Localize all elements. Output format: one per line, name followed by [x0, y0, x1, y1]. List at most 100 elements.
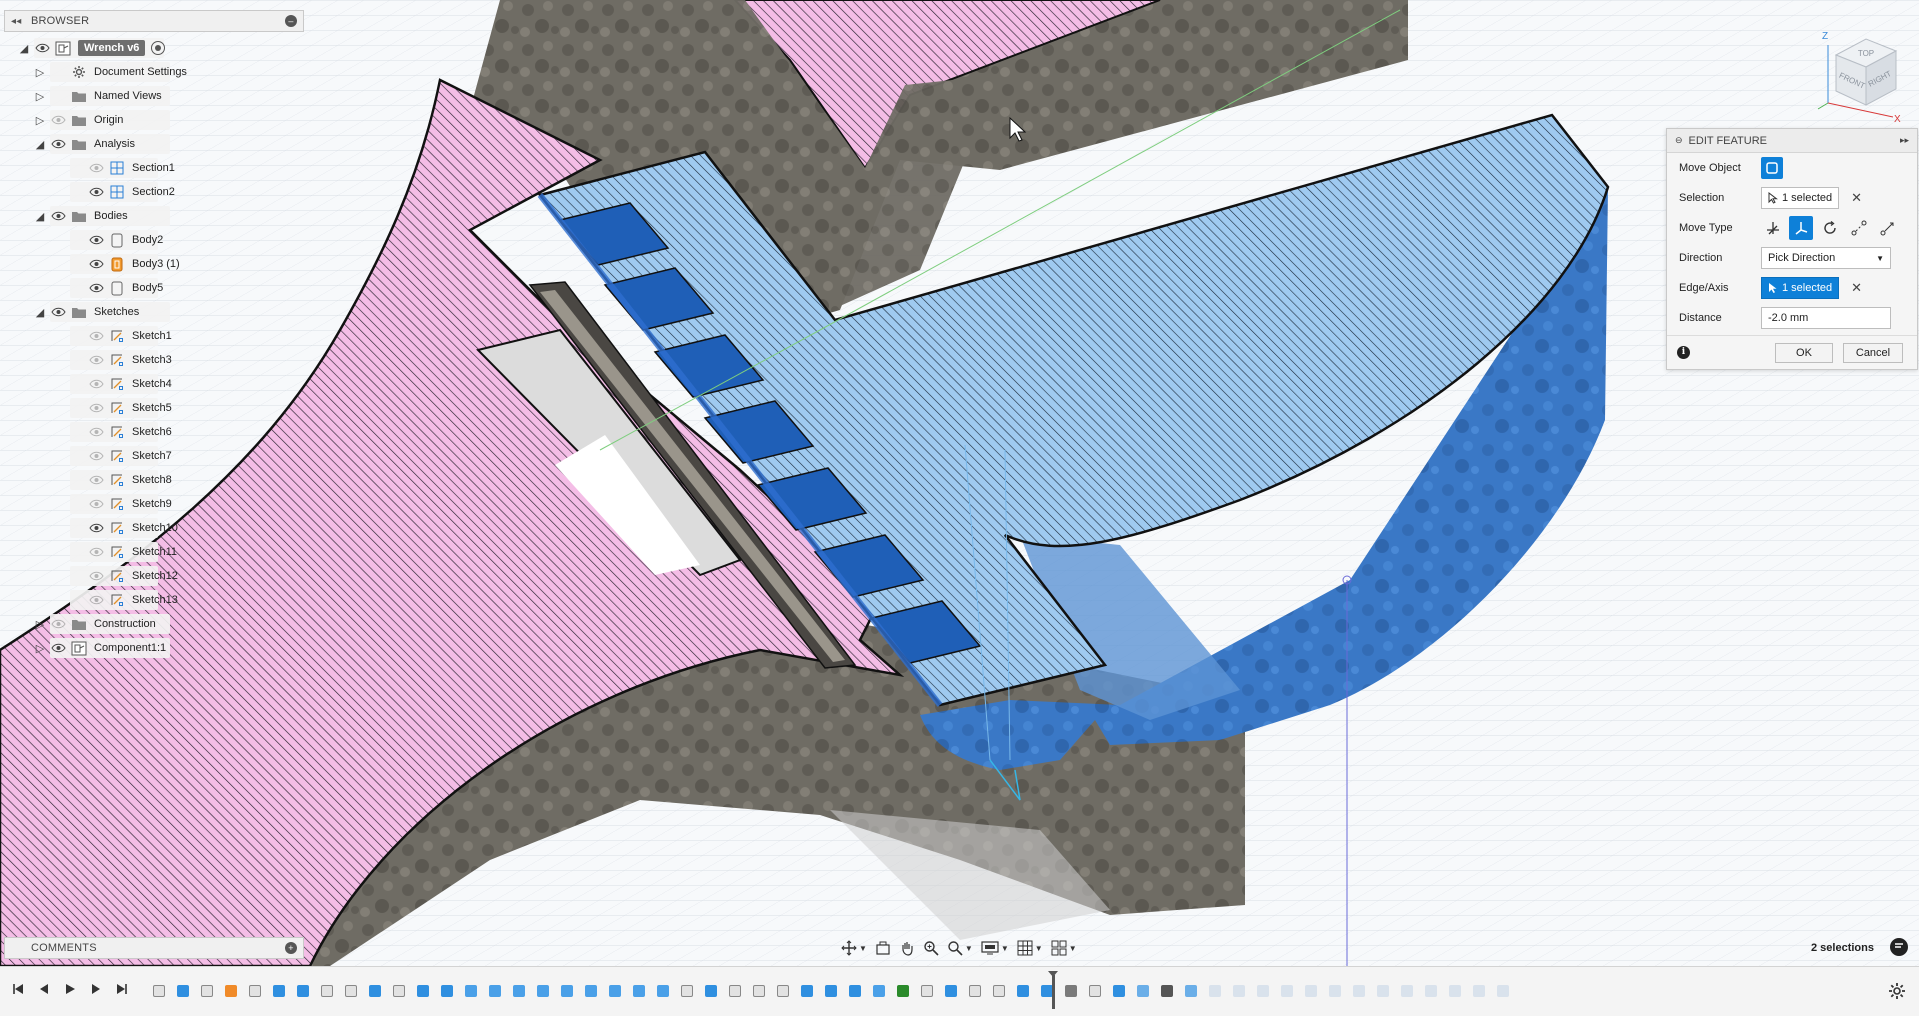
zoom-icon[interactable]	[920, 937, 942, 959]
timeline-feature-suppressed[interactable]	[1252, 981, 1274, 1001]
step-forward-icon[interactable]	[88, 981, 104, 997]
timeline-feature-extrude[interactable]	[940, 981, 962, 1001]
visibility-eye-icon[interactable]	[50, 306, 66, 318]
visibility-eye-icon[interactable]	[88, 402, 104, 414]
timeline-feature-fillet[interactable]	[556, 981, 578, 1001]
timeline-feature-suppressed[interactable]	[1492, 981, 1514, 1001]
browser-node-sketch8[interactable]: Sketch8	[4, 468, 304, 492]
rotate-icon[interactable]	[1818, 216, 1842, 240]
collapsed-triangle-icon[interactable]: ▷	[34, 90, 46, 103]
timeline-feature-suppressed[interactable]	[1348, 981, 1370, 1001]
browser-node-body2[interactable]: Body2	[4, 228, 304, 252]
viewcube[interactable]: Z X TOP FRONT RIGHT	[1808, 25, 1908, 125]
direction-dropdown[interactable]: Pick Direction ▼	[1761, 247, 1891, 269]
browser-node-sketch1[interactable]: Sketch1	[4, 324, 304, 348]
timeline-feature-combine[interactable]	[892, 981, 914, 1001]
distance-input[interactable]	[1761, 307, 1891, 329]
browser-node-sketch6[interactable]: Sketch6	[4, 420, 304, 444]
go-to-end-icon[interactable]	[114, 981, 130, 997]
selection-button[interactable]: 1 selected	[1761, 187, 1840, 209]
timeline-feature-body[interactable]	[220, 981, 242, 1001]
collapsed-triangle-icon[interactable]: ▷	[34, 618, 46, 631]
timeline-feature-section[interactable]	[1132, 981, 1154, 1001]
timeline-feature-section[interactable]	[1180, 981, 1202, 1001]
clear-selection-icon[interactable]: ✕	[1851, 190, 1862, 206]
visibility-eye-icon[interactable]	[88, 426, 104, 438]
visibility-eye-icon[interactable]	[50, 210, 66, 222]
visibility-eye-icon[interactable]	[88, 522, 104, 534]
timeline-track[interactable]	[148, 981, 1516, 1001]
browser-node-wrench-v6[interactable]: ◢ Wrench v6	[4, 36, 304, 60]
visibility-eye-icon[interactable]	[88, 330, 104, 342]
browser-node-sketch11[interactable]: Sketch11	[4, 540, 304, 564]
timeline-feature-extrude[interactable]	[1012, 981, 1034, 1001]
expanded-triangle-icon[interactable]: ◢	[18, 42, 30, 55]
visibility-eye-icon[interactable]	[88, 594, 104, 606]
timeline-feature-fillet[interactable]	[652, 981, 674, 1001]
timeline-feature-revolve[interactable]	[436, 981, 458, 1001]
timeline-feature-fillet[interactable]	[580, 981, 602, 1001]
ok-button[interactable]: OK	[1775, 343, 1833, 363]
gear-icon[interactable]	[1888, 982, 1906, 1000]
browser-header[interactable]: ◂◂ BROWSER –	[4, 10, 304, 32]
move-object-bodies-icon[interactable]	[1761, 157, 1783, 179]
browser-node-component1-1[interactable]: ▷ Component1:1	[4, 636, 304, 660]
timeline-feature-sketch[interactable]	[316, 981, 338, 1001]
collapsed-triangle-icon[interactable]: ▷	[34, 642, 46, 655]
timeline-feature-fillet[interactable]	[628, 981, 650, 1001]
timeline-feature-suppressed[interactable]	[1372, 981, 1394, 1001]
visibility-eye-icon[interactable]	[50, 618, 66, 630]
timeline-feature-fillet[interactable]	[868, 981, 890, 1001]
orbit-icon[interactable]: ▼	[838, 937, 870, 959]
timeline-feature-suppressed[interactable]	[1204, 981, 1226, 1001]
timeline-feature-sketch[interactable]	[772, 981, 794, 1001]
step-back-icon[interactable]	[36, 981, 52, 997]
visibility-eye-icon[interactable]	[34, 42, 50, 54]
browser-node-sketch12[interactable]: Sketch12	[4, 564, 304, 588]
browser-node-construction[interactable]: ▷ Construction	[4, 612, 304, 636]
comment-bubble-icon[interactable]	[1890, 938, 1908, 956]
visibility-eye-icon[interactable]	[88, 474, 104, 486]
timeline-feature-fillet[interactable]	[484, 981, 506, 1001]
browser-node-analysis[interactable]: ◢ Analysis	[4, 132, 304, 156]
timeline-feature-fillet[interactable]	[604, 981, 626, 1001]
timeline-feature-extrude[interactable]	[1108, 981, 1130, 1001]
timeline-feature-suppressed[interactable]	[1468, 981, 1490, 1001]
collapse-panel-icon[interactable]: ◂◂	[11, 16, 25, 27]
visibility-eye-icon[interactable]	[88, 546, 104, 558]
browser-node-sketch5[interactable]: Sketch5	[4, 396, 304, 420]
timeline-feature-suppressed[interactable]	[1396, 981, 1418, 1001]
edge-axis-button[interactable]: 1 selected	[1761, 277, 1840, 299]
timeline-feature-sketch[interactable]	[748, 981, 770, 1001]
visibility-eye-icon[interactable]	[88, 570, 104, 582]
go-to-start-icon[interactable]	[10, 981, 26, 997]
timeline-feature-sketch[interactable]	[340, 981, 362, 1001]
comments-add-icon[interactable]: +	[285, 942, 297, 954]
timeline-marker[interactable]	[1048, 971, 1058, 1009]
visibility-eye-icon[interactable]	[88, 186, 104, 198]
browser-node-sketch4[interactable]: Sketch4	[4, 372, 304, 396]
timeline-feature-extrude[interactable]	[172, 981, 194, 1001]
browser-node-body5[interactable]: Body5	[4, 276, 304, 300]
point-to-point-icon[interactable]	[1847, 216, 1871, 240]
dialog-expand-icon[interactable]: ▸▸	[1900, 135, 1909, 146]
timeline-feature-suppressed[interactable]	[1276, 981, 1298, 1001]
free-move-icon[interactable]	[1761, 216, 1785, 240]
expanded-triangle-icon[interactable]: ◢	[34, 306, 46, 319]
visibility-eye-icon[interactable]	[50, 642, 66, 654]
visibility-eye-icon[interactable]	[50, 138, 66, 150]
timeline-feature-extrude[interactable]	[412, 981, 434, 1001]
display-settings-icon[interactable]: ▼	[978, 937, 1012, 959]
browser-node-sketch9[interactable]: Sketch9	[4, 492, 304, 516]
timeline-feature-suppressed[interactable]	[1420, 981, 1442, 1001]
comments-header[interactable]: COMMENTS +	[4, 937, 304, 959]
collapsed-triangle-icon[interactable]: ▷	[34, 114, 46, 127]
browser-minimize-icon[interactable]: –	[285, 15, 297, 27]
browser-node-sketch10[interactable]: Sketch10	[4, 516, 304, 540]
timeline-feature-offset[interactable]	[1060, 981, 1082, 1001]
visibility-eye-icon[interactable]	[88, 378, 104, 390]
timeline-feature-move[interactable]	[1156, 981, 1178, 1001]
viewports-icon[interactable]: ▼	[1048, 937, 1080, 959]
browser-node-bodies[interactable]: ◢ Bodies	[4, 204, 304, 228]
timeline-feature-sketch[interactable]	[148, 981, 170, 1001]
